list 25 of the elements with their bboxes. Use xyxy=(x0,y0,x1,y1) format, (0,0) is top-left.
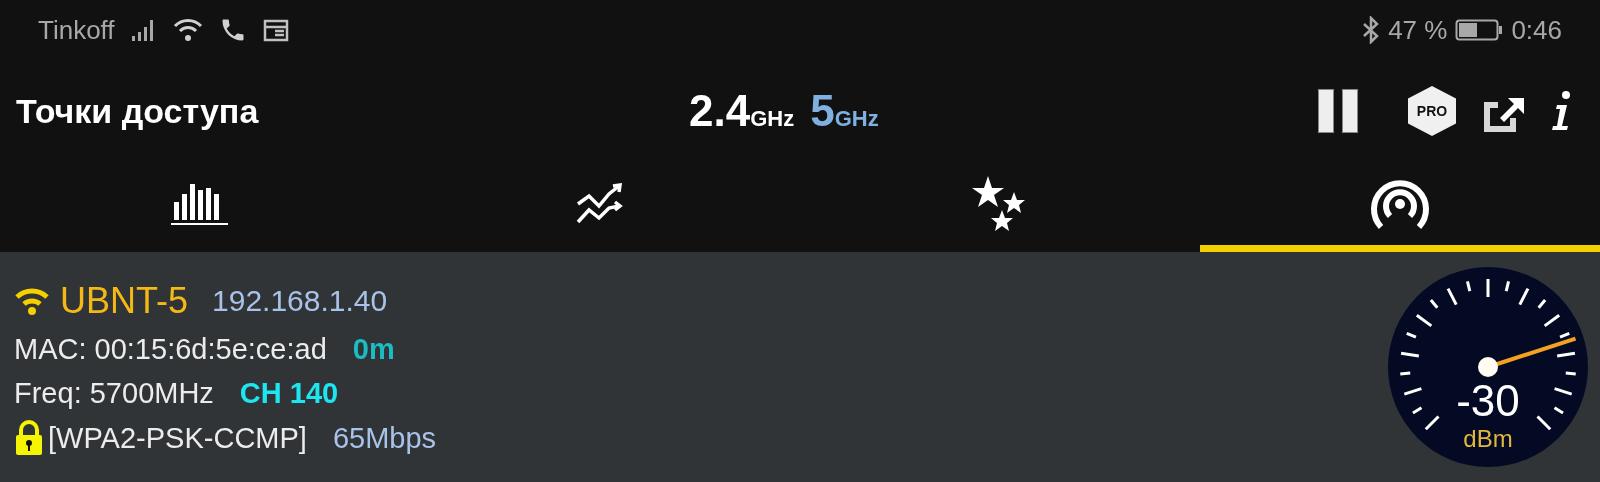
security-type: [WPA2-PSK-CCMP] xyxy=(48,420,307,456)
battery-icon xyxy=(1455,18,1504,42)
screen-title: Точки доступа xyxy=(16,90,260,132)
band-toggle[interactable]: 2.4GHz xyxy=(689,89,795,133)
frequency: Freq: 5700MHz xyxy=(14,376,214,412)
link-speed: 65Mbps xyxy=(332,420,437,456)
bluetooth-icon xyxy=(1362,16,1381,44)
ip-address: 192.168.1.40 xyxy=(212,282,388,319)
carrier-name: Tinkoff xyxy=(38,13,115,47)
lock-icon xyxy=(14,419,44,456)
distance: 0m xyxy=(352,332,395,368)
gauge-reading: -30 xyxy=(1455,379,1521,423)
mac-address: MAC: 00:15:6d:5e:ce:ad xyxy=(14,332,327,368)
battery-percent: 47 % xyxy=(1388,13,1448,47)
trend-arrows-icon xyxy=(575,181,625,226)
pause-button[interactable] xyxy=(1318,89,1358,133)
bar-chart-icon xyxy=(170,181,230,226)
gauge-unit: dBm xyxy=(1462,427,1514,451)
wifi-icon xyxy=(172,17,203,43)
calendar-icon xyxy=(262,18,289,42)
pro-badge[interactable]: PRO xyxy=(1408,86,1456,136)
network-ssid: UBNT-5 xyxy=(60,279,189,324)
clock-time: 0:46 xyxy=(1511,13,1562,47)
band-toggle[interactable]: 5GHz xyxy=(810,89,879,133)
channel: CH 140 xyxy=(239,376,339,412)
